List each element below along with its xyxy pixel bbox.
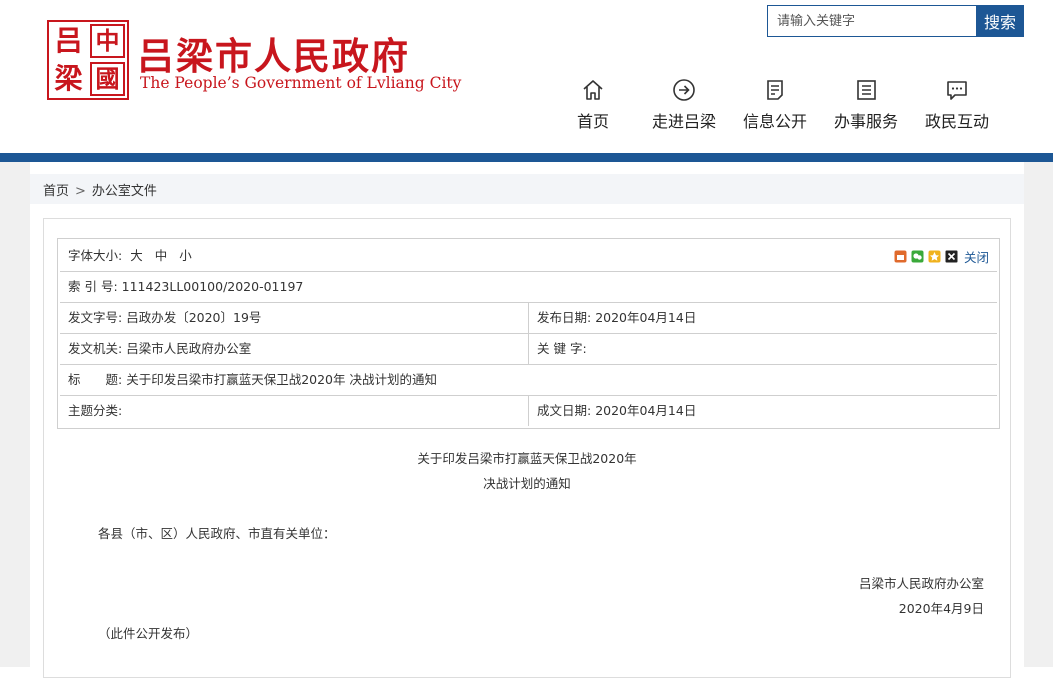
article-note: （此件公开发布） bbox=[98, 626, 199, 641]
issuer-value: 吕梁市人民政府办公室 bbox=[126, 341, 252, 356]
list-icon bbox=[857, 80, 876, 100]
topic-label: 主题分类: bbox=[68, 403, 123, 418]
nav-item-info[interactable]: 信息公开 bbox=[735, 78, 815, 132]
font-size-small[interactable]: 小 bbox=[179, 248, 192, 263]
article-signature: 吕梁市人民政府办公室 bbox=[858, 576, 984, 591]
chat-icon bbox=[947, 81, 967, 100]
logo-char: 國 bbox=[90, 62, 125, 96]
pub-date-label: 发布日期: bbox=[537, 310, 592, 325]
site-subtitle: The People’s Government of Lvliang City bbox=[140, 74, 462, 92]
issuer-row: 发文机关: 吕梁市人民政府办公室 关 键 字: bbox=[60, 334, 997, 365]
article-title-line2: 决战计划的通知 bbox=[483, 476, 571, 491]
home-icon bbox=[583, 80, 603, 100]
search-button[interactable]: 搜索 bbox=[976, 5, 1024, 37]
index-row: 索 引 号: 111423LL00100/2020-01197 bbox=[60, 272, 997, 303]
nav-label: 信息公开 bbox=[742, 112, 807, 131]
share-tools: 关闭 bbox=[894, 241, 989, 271]
nav-item-about[interactable]: 走进吕梁 bbox=[644, 78, 724, 132]
title-row: 标 题: 关于印发吕梁市打赢蓝天保卫战2020年 决战计划的通知 bbox=[60, 365, 997, 396]
font-size-row: 字体大小: 大 中 小 关闭 bbox=[60, 241, 997, 272]
title-label: 标 题: bbox=[68, 372, 123, 387]
topic-row: 主题分类: 成文日期: 2020年04月14日 bbox=[60, 396, 997, 426]
main-content: 首页 > 办公室文件 字体大小: 大 中 小 关闭 索 引 号: 111423L… bbox=[30, 162, 1024, 678]
nav-label: 首页 bbox=[576, 112, 609, 131]
font-size-medium[interactable]: 中 bbox=[155, 248, 168, 263]
nav-item-interaction[interactable]: 政民互动 bbox=[917, 78, 997, 132]
pub-date-value: 2020年04月14日 bbox=[595, 310, 697, 325]
doc-no-row: 发文字号: 吕政办发〔2020〕19号 发布日期: 2020年04月14日 bbox=[60, 303, 997, 334]
title-value: 关于印发吕梁市打赢蓝天保卫战2020年 决战计划的通知 bbox=[126, 372, 437, 387]
nav-item-home[interactable]: 首页 bbox=[553, 78, 633, 132]
print-icon[interactable] bbox=[894, 250, 907, 263]
site-logo[interactable]: 吕 中 梁 國 bbox=[47, 20, 129, 100]
breadcrumb-current[interactable]: 办公室文件 bbox=[92, 184, 157, 199]
search-input[interactable] bbox=[767, 5, 977, 37]
article-date: 2020年4月9日 bbox=[898, 601, 984, 616]
font-size-label: 字体大小: bbox=[68, 248, 123, 263]
font-size-large[interactable]: 大 bbox=[130, 248, 143, 263]
index-value: 111423LL00100/2020-01197 bbox=[121, 279, 304, 294]
created-label: 成文日期: bbox=[537, 403, 592, 418]
article-title-line1: 关于印发吕梁市打赢蓝天保卫战2020年 bbox=[417, 451, 637, 466]
keywords-label: 关 键 字: bbox=[537, 341, 587, 356]
nav-item-services[interactable]: 办事服务 bbox=[826, 78, 906, 132]
nav-label: 走进吕梁 bbox=[651, 112, 716, 131]
site-header: 吕 中 梁 國 吕梁市人民政府 The People’s Government … bbox=[0, 0, 1053, 155]
info-table: 字体大小: 大 中 小 关闭 索 引 号: 111423LL00100/2020… bbox=[57, 238, 1000, 429]
logo-char: 梁 bbox=[54, 62, 83, 95]
created-value: 2020年04月14日 bbox=[595, 403, 697, 418]
close-link[interactable]: 关闭 bbox=[964, 247, 989, 266]
site-title[interactable]: 吕梁市人民政府 bbox=[137, 26, 410, 80]
arrow-circle-icon bbox=[673, 79, 695, 101]
header-divider bbox=[0, 153, 1053, 162]
nav-label: 办事服务 bbox=[833, 112, 898, 131]
logo-char: 吕 bbox=[54, 24, 83, 57]
breadcrumb: 首页 > 办公室文件 bbox=[30, 174, 1024, 204]
breadcrumb-separator: > bbox=[75, 184, 86, 199]
document-icon bbox=[767, 80, 783, 100]
breadcrumb-home[interactable]: 首页 bbox=[43, 184, 69, 199]
index-label: 索 引 号: bbox=[68, 279, 118, 294]
close-icon[interactable] bbox=[945, 250, 958, 263]
article-salutation: 各县（市、区）人民政府、市直有关单位： bbox=[98, 526, 336, 541]
wechat-icon[interactable] bbox=[911, 250, 924, 263]
doc-no-label: 发文字号: bbox=[68, 310, 123, 325]
doc-no-value: 吕政办发〔2020〕19号 bbox=[126, 310, 262, 325]
article-panel: 字体大小: 大 中 小 关闭 索 引 号: 111423LL00100/2020… bbox=[43, 218, 1011, 678]
nav-label: 政民互动 bbox=[924, 112, 989, 131]
logo-char: 中 bbox=[90, 24, 125, 58]
qzone-icon[interactable] bbox=[928, 250, 941, 263]
issuer-label: 发文机关: bbox=[68, 341, 123, 356]
